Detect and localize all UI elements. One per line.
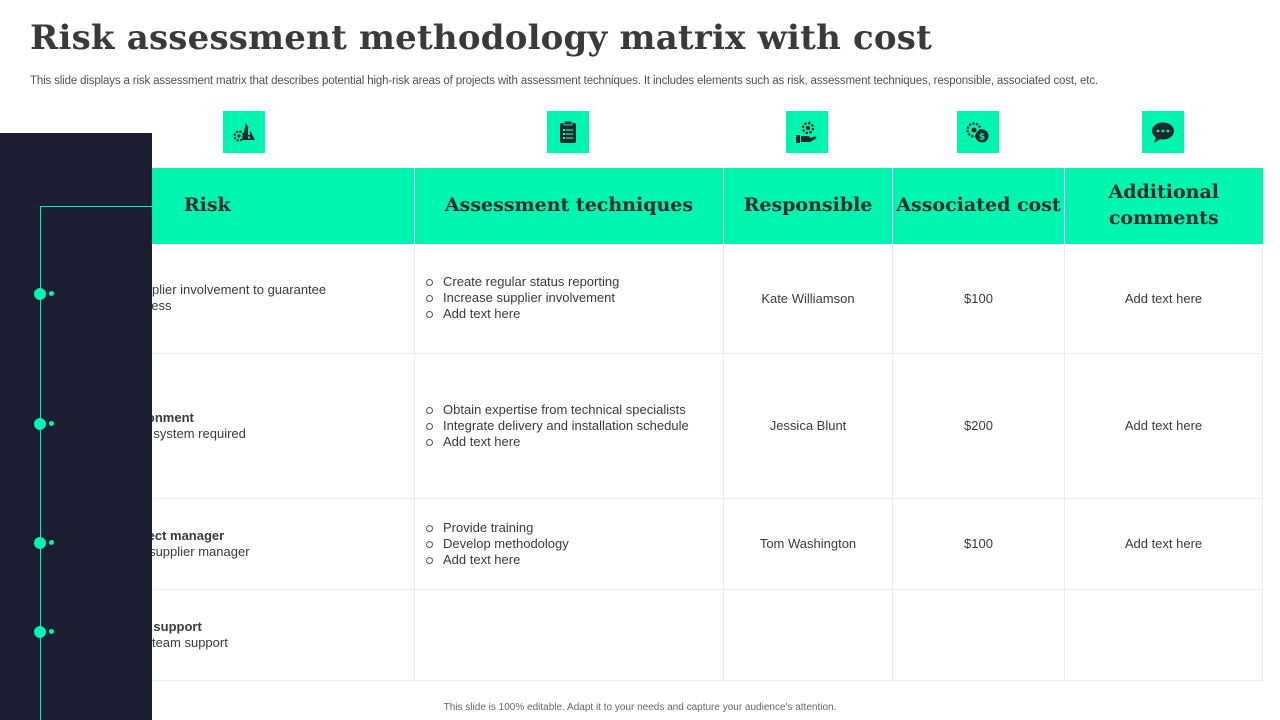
risk-description: ect team support xyxy=(131,634,228,650)
responsible-cell: Tom Washington xyxy=(723,498,893,590)
risk-title: roject manager xyxy=(131,527,225,543)
timeline-dot xyxy=(34,418,46,430)
header-additional-comments: Additional comments xyxy=(1064,168,1263,244)
responsible-cell xyxy=(723,589,893,681)
risk-description: ed supplier manager xyxy=(131,543,250,559)
timeline-dot xyxy=(34,537,46,549)
timeline-line xyxy=(40,206,41,720)
table-row: roject manager ed supplier manager Provi… xyxy=(0,498,1263,590)
table-row: supplier involvement to guarantee uccess… xyxy=(0,244,1263,354)
header-assessment-techniques: Assessment techniques xyxy=(414,168,724,244)
page-subtitle: This slide displays a risk assessment ma… xyxy=(30,75,1098,87)
techniques-cell: Provide training Develop methodology Add… xyxy=(414,498,724,590)
timeline-dot xyxy=(34,288,46,300)
technique-item: Develop methodology xyxy=(426,536,723,552)
technique-item: Add text here xyxy=(426,552,723,568)
techniques-cell: Create regular status reporting Increase… xyxy=(414,244,724,354)
technique-item: Add text here xyxy=(426,434,723,450)
cost-cell xyxy=(892,589,1065,681)
risk-description: supplier involvement to guarantee xyxy=(131,282,327,298)
hand-gear-icon xyxy=(786,111,828,153)
timeline-dot-small xyxy=(49,291,54,296)
responsible-cell: Jessica Blunt xyxy=(723,353,893,499)
comments-cell: Add text here xyxy=(1064,244,1263,354)
left-dark-panel xyxy=(0,133,152,720)
timeline-dot-small xyxy=(49,629,54,634)
chat-bubble-icon xyxy=(1142,111,1184,153)
timeline-connector xyxy=(40,206,152,207)
header-responsible: Responsible xyxy=(723,168,893,244)
table-row: am support ect team support xyxy=(0,589,1263,681)
cost-cell: $100 xyxy=(892,498,1065,590)
header-associated-cost: Associated cost xyxy=(892,168,1065,244)
table-header-row: Risk Assessment techniques Responsible A… xyxy=(0,168,1263,244)
cost-cell: $100 xyxy=(892,244,1065,354)
techniques-cell: Obtain expertise from technical speciali… xyxy=(414,353,724,499)
responsible-cell: Kate Williamson xyxy=(723,244,893,354)
comments-cell xyxy=(1064,589,1263,681)
comments-cell: Add text here xyxy=(1064,353,1263,499)
technique-item: Add text here xyxy=(426,306,723,322)
svg-text:$: $ xyxy=(979,133,985,143)
coins-icon: $ xyxy=(957,111,999,153)
risk-description: uccess xyxy=(131,298,414,314)
gear-warning-icon xyxy=(223,111,265,153)
timeline-dot-small xyxy=(49,540,54,545)
timeline-dot-small xyxy=(49,421,54,426)
techniques-cell xyxy=(414,589,724,681)
clipboard-icon xyxy=(547,111,589,153)
page-title: Risk assessment methodology matrix with … xyxy=(30,18,933,58)
footer-note: This slide is 100% editable. Adapt it to… xyxy=(443,702,837,713)
risk-title: vironment xyxy=(131,409,194,425)
technique-item: Integrate delivery and installation sche… xyxy=(426,418,723,434)
risk-description: are system required xyxy=(131,425,246,441)
technique-item: Create regular status reporting xyxy=(426,274,723,290)
table-row: vironment are system required Obtain exp… xyxy=(0,353,1263,499)
timeline-dot xyxy=(34,626,46,638)
technique-item: Provide training xyxy=(426,520,723,536)
risk-matrix-table: Risk Assessment techniques Responsible A… xyxy=(0,168,1263,681)
comments-cell: Add text here xyxy=(1064,498,1263,590)
technique-item: Increase supplier involvement xyxy=(426,290,723,306)
cost-cell: $200 xyxy=(892,353,1065,499)
risk-title: am support xyxy=(131,618,202,634)
technique-item: Obtain expertise from technical speciali… xyxy=(426,402,723,418)
